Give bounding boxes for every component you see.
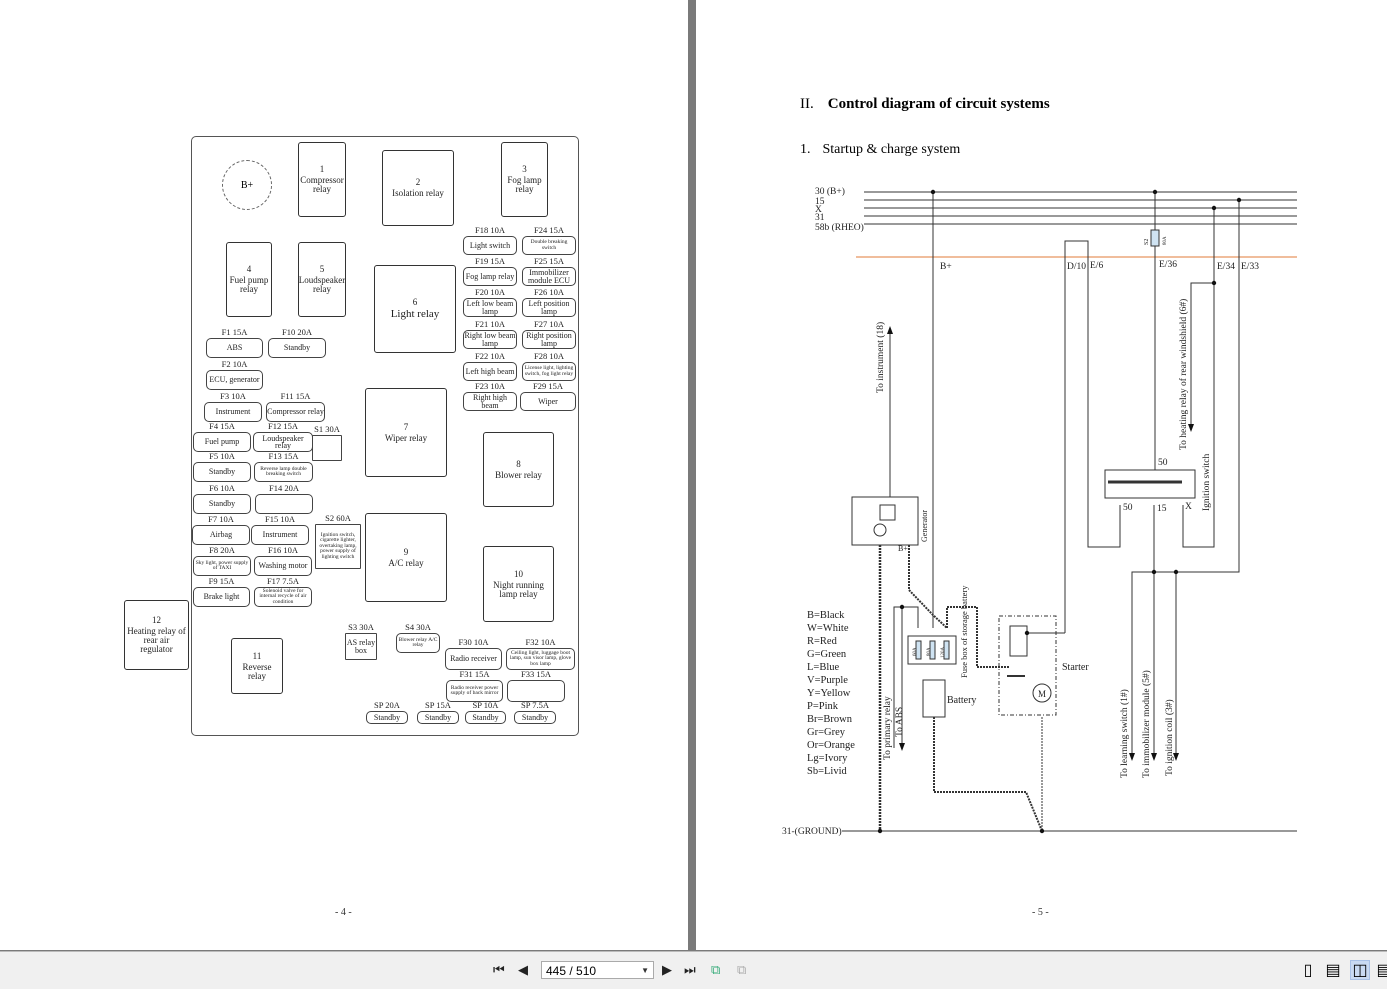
connector-e33: E/33 xyxy=(1241,262,1259,272)
go-back-view-icon[interactable]: ⧉ xyxy=(711,962,720,978)
color-code: R=Red xyxy=(807,636,838,647)
to-learning-switch-label: To learning switch (1#) xyxy=(1119,689,1130,778)
wire-d10-e6 xyxy=(1064,240,1121,633)
to-abs-label: To ABS xyxy=(895,707,905,737)
last-page-button[interactable]: ⏭ xyxy=(684,962,696,978)
connector-d10: D/10 xyxy=(1067,262,1086,272)
pdf-toolbar: ⏮ ◀ 445 / 510 ▼ ▶ ⏭ ⧉ ⧉ ▯ ▤ ◫ ▤ xyxy=(0,951,1387,989)
generator-coil xyxy=(873,523,887,537)
color-code: Y=Yellow xyxy=(807,688,851,699)
battery-symbol xyxy=(922,679,946,718)
page-number-input[interactable]: 445 / 510 ▼ xyxy=(541,961,654,979)
connector-e6: E/6 xyxy=(1090,261,1103,271)
generator-regulator xyxy=(879,504,896,521)
continuous-view-icon[interactable]: ▤ xyxy=(1323,960,1343,980)
starter-label: Starter xyxy=(1062,662,1089,673)
color-code: W=White xyxy=(807,623,849,634)
color-code: Sb=Livid xyxy=(807,766,848,777)
page-number-value: 445 / 510 xyxy=(546,964,597,978)
go-forward-view-icon[interactable]: ⧉ xyxy=(737,962,746,978)
color-code: Lg=Ivory xyxy=(807,753,848,764)
to-primary-relay-label: To primary relay xyxy=(883,696,893,760)
color-code: L=Blue xyxy=(807,662,840,673)
connector-bplus: B+ xyxy=(940,262,952,272)
to-instrument-label: To instrument (18) xyxy=(875,322,886,393)
switch-terminal-x: X xyxy=(1185,502,1192,512)
ground-label: 31-(GROUND) xyxy=(782,826,842,837)
color-code: B=Black xyxy=(807,610,845,621)
starter-solenoid xyxy=(1009,625,1028,657)
to-ignition-coil-label: To ignition coil (3#) xyxy=(1164,699,1175,776)
ignition-switch xyxy=(1104,469,1196,499)
to-heating-relay-label: To heating relay of rear windshield (6#) xyxy=(1178,299,1189,450)
color-code: Gr=Grey xyxy=(807,727,846,738)
wire-battery-ground xyxy=(933,717,1043,832)
next-page-button[interactable]: ▶ xyxy=(662,962,672,978)
bus-label-31: 31 xyxy=(815,213,825,223)
connector-e36: E/36 xyxy=(1159,260,1177,270)
color-code: Br=Brown xyxy=(807,714,853,725)
fuse-box-battery-label: Fuse box of storage battery xyxy=(959,585,969,678)
connector-e34: E/34 xyxy=(1217,262,1235,272)
two-page-continuous-view-icon[interactable]: ▤ xyxy=(1374,960,1387,980)
bus-label-58b: 58b (RHEO) xyxy=(815,222,864,233)
battery-label: Battery xyxy=(947,695,976,706)
wires xyxy=(842,191,1297,832)
motor-label: M xyxy=(1038,689,1046,699)
page-dropdown-icon[interactable]: ▼ xyxy=(641,962,649,980)
generator-label: Generator xyxy=(920,510,929,542)
battery-fuse-rating-3: 120A xyxy=(941,647,946,659)
fuse-s2-rating: 80A xyxy=(1163,236,1168,245)
ignition-switch-label: Ignition switch xyxy=(1202,453,1212,511)
wire-generator-bplus xyxy=(908,545,948,629)
battery-fuse-rating-1: 60A xyxy=(913,647,918,656)
bus-label-30: 30 (B+) xyxy=(815,186,845,197)
circuit-diagram: 30 (B+) 15 X 31 58b (RHEO) B+ D/10 E/6 E… xyxy=(782,186,1297,837)
switch-terminal-50: 50 xyxy=(1123,503,1133,513)
color-code: P=Pink xyxy=(807,701,839,712)
fuse-s2-label: S2 xyxy=(1144,239,1150,245)
color-code-legend: B=Black W=White R=Red G=Green L=Blue V=P… xyxy=(807,610,855,777)
battery-fuse-rating-2: 80A xyxy=(927,647,932,656)
two-page-view-icon[interactable]: ◫ xyxy=(1350,960,1370,980)
color-code: Or=Orange xyxy=(807,740,855,751)
wire-heating xyxy=(1190,282,1214,426)
to-immobilizer-label: To immobilizer module (5#) xyxy=(1141,670,1152,778)
generator-bplus-label: B+ xyxy=(898,544,908,553)
color-code: G=Green xyxy=(807,649,847,660)
color-code: V=Purple xyxy=(807,675,848,686)
fuse-s2-symbol xyxy=(1150,229,1160,247)
previous-page-button[interactable]: ◀ xyxy=(518,962,528,978)
single-page-view-icon[interactable]: ▯ xyxy=(1298,960,1318,980)
generator-symbol xyxy=(851,496,919,546)
switch-terminal-50-top: 50 xyxy=(1158,458,1168,468)
first-page-button[interactable]: ⏮ xyxy=(493,962,505,978)
switch-terminal-15: 15 xyxy=(1157,504,1167,514)
